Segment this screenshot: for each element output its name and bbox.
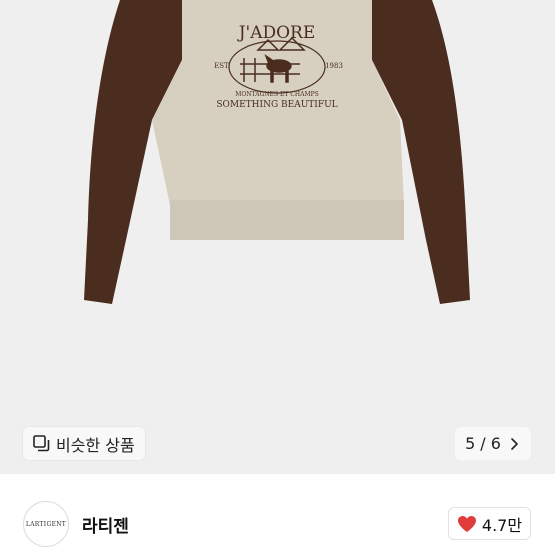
page-separator: / — [480, 434, 486, 453]
print-title: J'ADORE — [237, 23, 316, 43]
product-image-gallery[interactable]: J'ADORE EST. 1983 MONTAGNES ET CHAMPS SO… — [0, 0, 555, 474]
seller-avatar[interactable]: LARTIGENT — [23, 501, 69, 547]
print-right: 1983 — [325, 62, 343, 70]
seller-bar: LARTIGENT 라티젠 4.7만 — [0, 474, 555, 555]
total-pages: 6 — [490, 434, 501, 453]
likes-count: 4.7만 — [481, 515, 523, 535]
copy-icon — [33, 435, 50, 452]
product-image: J'ADORE EST. 1983 MONTAGNES ET CHAMPS SO… — [84, 0, 470, 304]
current-page: 5 — [465, 434, 476, 453]
shirt-hem — [170, 200, 404, 240]
similar-products-button[interactable]: 비슷한 상품 — [23, 427, 145, 460]
avatar-logo-text: LARTIGENT — [25, 520, 67, 528]
seller-name[interactable]: 라티젠 — [82, 512, 129, 537]
heart-icon — [457, 515, 476, 532]
similar-products-label: 비슷한 상품 — [56, 435, 135, 455]
like-button[interactable]: 4.7만 — [448, 507, 531, 540]
print-sub1: MONTAGNES ET CHAMPS — [235, 91, 319, 98]
chevron-right-icon — [511, 437, 518, 450]
print-sub2: SOMETHING BEAUTIFUL — [216, 100, 337, 110]
print-left: EST. — [214, 62, 230, 70]
image-pager[interactable]: 5 / 6 — [455, 427, 531, 460]
